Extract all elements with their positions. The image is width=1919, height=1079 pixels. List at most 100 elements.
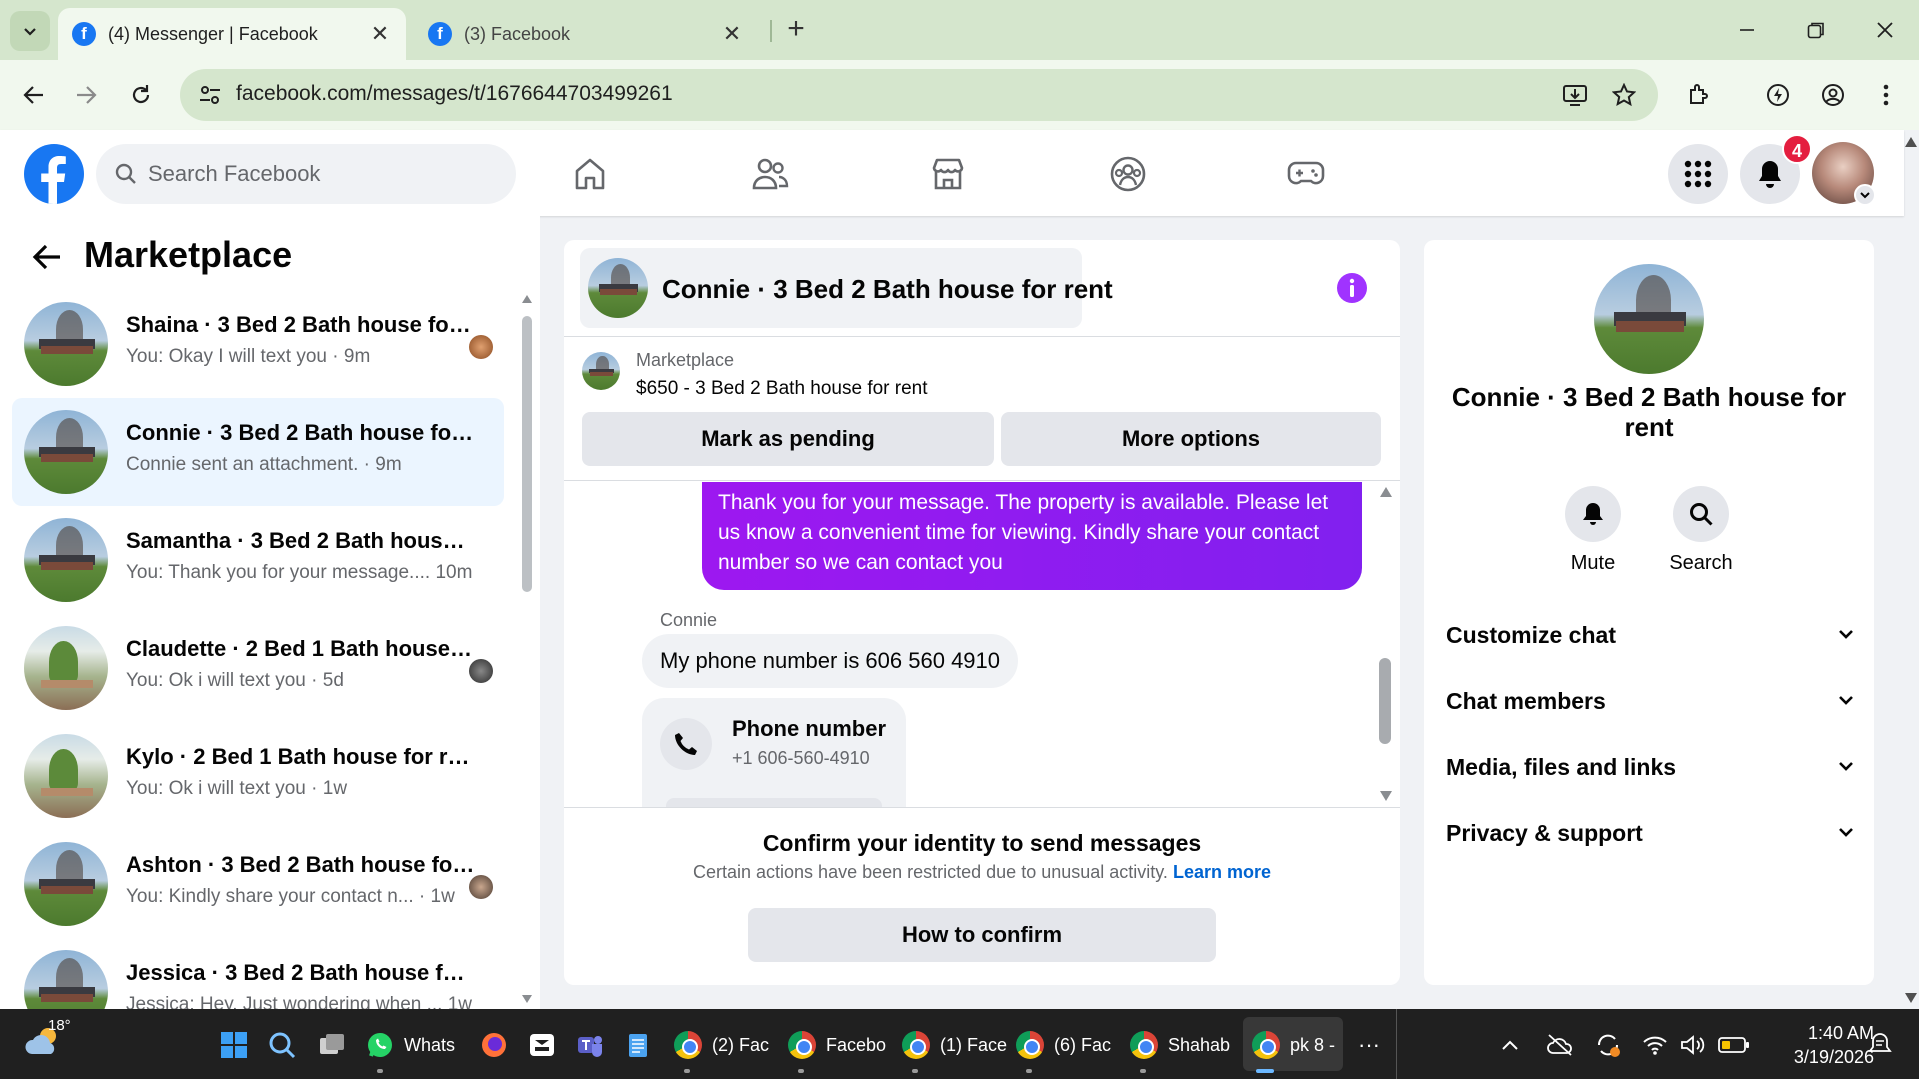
sync-status[interactable] xyxy=(1594,1027,1622,1063)
message-scrollbar[interactable] xyxy=(1379,658,1391,744)
taskbar-overflow-button[interactable]: ··· xyxy=(1358,1027,1380,1063)
conversation-item[interactable]: Shaina · 3 Bed 2 Bath house for rent You… xyxy=(12,290,504,398)
scroll-up-arrow-icon[interactable] xyxy=(521,294,533,304)
taskbar-chrome-3[interactable]: (1) Face xyxy=(902,1027,1007,1063)
running-indicator xyxy=(912,1069,918,1073)
tab-search-button[interactable] xyxy=(10,11,50,51)
back-arrow-icon[interactable] xyxy=(30,240,64,274)
taskbar-teams[interactable] xyxy=(576,1027,604,1063)
search-button[interactable] xyxy=(1673,486,1729,542)
taskbar-whatsapp[interactable]: Whats xyxy=(366,1027,455,1063)
taskbar-firefox[interactable] xyxy=(480,1027,508,1063)
section-media-files-links[interactable]: Media, files and links xyxy=(1446,740,1856,794)
notification-badge: 4 xyxy=(1782,134,1812,164)
conversation-name: Kylo · 2 Bed 1 Bath house for rent xyxy=(126,744,476,769)
conversation-item[interactable]: Ashton · 3 Bed 2 Bath house for rent You… xyxy=(12,830,504,938)
taskbar-chrome-1[interactable]: (2) Fac xyxy=(674,1027,769,1063)
search-icon xyxy=(115,163,136,184)
conversation-item-active[interactable]: Connie · 3 Bed 2 Bath house for rent Con… xyxy=(12,398,504,506)
search-action[interactable]: Search xyxy=(1656,486,1746,575)
chat-profile-picture[interactable] xyxy=(1594,264,1704,374)
account-dropdown[interactable] xyxy=(1854,184,1876,206)
taskbar-chrome-4[interactable]: (6) Fac xyxy=(1016,1027,1111,1063)
close-tab-icon[interactable]: ✕ xyxy=(720,21,744,47)
how-to-confirm-button[interactable]: How to confirm xyxy=(748,908,1216,962)
search-input[interactable] xyxy=(148,144,498,204)
taskbar-chrome-5[interactable]: Shahab xyxy=(1130,1027,1230,1063)
info-icon[interactable] xyxy=(1336,272,1368,304)
task-view-button[interactable] xyxy=(318,1027,346,1063)
close-tab-icon[interactable]: ✕ xyxy=(368,21,392,47)
star-icon[interactable] xyxy=(1612,83,1636,107)
page-scroll-down-icon[interactable] xyxy=(1904,992,1918,1004)
notification-center-button[interactable] xyxy=(1868,1027,1892,1063)
conversation-item[interactable]: Kylo · 2 Bed 1 Bath house for rent You: … xyxy=(12,722,504,830)
mail-app-icon xyxy=(530,1034,554,1056)
listing-thumbnail xyxy=(24,734,108,818)
mark-pending-button[interactable]: Mark as pending xyxy=(582,412,994,466)
profile-button[interactable] xyxy=(1813,75,1853,115)
chrome-icon xyxy=(1016,1031,1044,1059)
battery-status[interactable] xyxy=(1718,1027,1750,1063)
mute-action[interactable]: Mute xyxy=(1548,486,1638,575)
more-options-button[interactable]: More options xyxy=(1001,412,1381,466)
minimize-button[interactable] xyxy=(1724,12,1770,48)
tab-messenger[interactable]: f (4) Messenger | Facebook ✕ xyxy=(58,8,406,60)
learn-more-link[interactable]: Learn more xyxy=(1173,862,1271,882)
close-window-button[interactable] xyxy=(1862,12,1908,48)
phone-card-action-button[interactable] xyxy=(666,798,882,807)
browser-menu-button[interactable] xyxy=(1866,75,1906,115)
tab-facebook[interactable]: f (3) Facebook ✕ xyxy=(414,8,758,60)
taskbar-search-button[interactable] xyxy=(268,1027,296,1063)
nav-groups[interactable] xyxy=(1106,152,1150,196)
taskbar-chrome-6[interactable]: pk 8 - xyxy=(1252,1027,1335,1063)
back-button[interactable] xyxy=(14,75,54,115)
menu-button[interactable] xyxy=(1668,144,1728,204)
site-info-icon[interactable] xyxy=(198,83,222,107)
onedrive-status[interactable] xyxy=(1546,1027,1574,1063)
volume-status[interactable] xyxy=(1680,1027,1706,1063)
section-privacy-support[interactable]: Privacy & support xyxy=(1446,806,1856,860)
nav-home[interactable] xyxy=(568,152,612,196)
clock[interactable]: 1:40 AM 3/19/2026 xyxy=(1766,1021,1874,1069)
address-bar[interactable]: facebook.com/messages/t/1676644703499261 xyxy=(180,69,1658,121)
facebook-logo[interactable] xyxy=(24,144,84,204)
phone-number-card[interactable]: Phone number +1 606-560-4910 xyxy=(642,698,906,807)
performance-button[interactable] xyxy=(1758,75,1798,115)
section-chat-members[interactable]: Chat members xyxy=(1446,674,1856,728)
scroll-up-arrow-icon[interactable] xyxy=(1379,486,1393,498)
conversation-list-scrollbar[interactable] xyxy=(522,316,532,592)
taskbar-chrome-2[interactable]: Facebo xyxy=(788,1027,886,1063)
nav-marketplace[interactable] xyxy=(926,152,970,196)
show-hidden-icons-button[interactable] xyxy=(1500,1027,1520,1063)
nav-gaming[interactable] xyxy=(1284,152,1328,196)
install-app-icon[interactable] xyxy=(1562,83,1588,107)
forward-button[interactable] xyxy=(66,75,106,115)
reload-button[interactable] xyxy=(121,75,161,115)
taskbar-mail[interactable] xyxy=(528,1027,556,1063)
restore-button[interactable] xyxy=(1793,12,1839,48)
start-button[interactable] xyxy=(220,1027,248,1063)
phone-card-title: Phone number xyxy=(732,716,887,741)
listing-thumbnail[interactable] xyxy=(582,352,620,390)
scroll-down-arrow-icon[interactable] xyxy=(1379,790,1393,802)
weather-widget[interactable]: 18° xyxy=(24,1017,71,1059)
listing-price-title[interactable]: $650 - 3 Bed 2 Bath house for rent xyxy=(636,378,928,400)
browser-tab-bar: f (4) Messenger | Facebook ✕ f (3) Faceb… xyxy=(0,0,1919,60)
conversation-item[interactable]: Claudette · 2 Bed 1 Bath house for rent … xyxy=(12,614,504,722)
wifi-status[interactable] xyxy=(1642,1027,1668,1063)
conversation-item[interactable]: Samantha · 3 Bed 2 Bath house for rent Y… xyxy=(12,506,504,614)
conversation-preview: You: Okay I will text you · 9m xyxy=(126,346,371,367)
chrome-icon xyxy=(902,1031,930,1059)
new-tab-button[interactable]: + xyxy=(780,14,812,46)
close-icon xyxy=(1877,22,1893,38)
extensions-button[interactable] xyxy=(1679,75,1719,115)
nav-friends[interactable] xyxy=(748,152,792,196)
section-customize-chat[interactable]: Customize chat xyxy=(1446,608,1856,662)
mute-button[interactable] xyxy=(1565,486,1621,542)
page-scroll-up-icon[interactable] xyxy=(1904,136,1918,148)
chat-header[interactable]: Connie · 3 Bed 2 Bath house for rent xyxy=(580,248,1113,328)
conversation-item[interactable]: Jessica · 3 Bed 2 Bath house for rent Je… xyxy=(12,938,504,1009)
taskbar-notepad[interactable] xyxy=(624,1027,652,1063)
scroll-down-arrow-icon[interactable] xyxy=(521,994,533,1004)
